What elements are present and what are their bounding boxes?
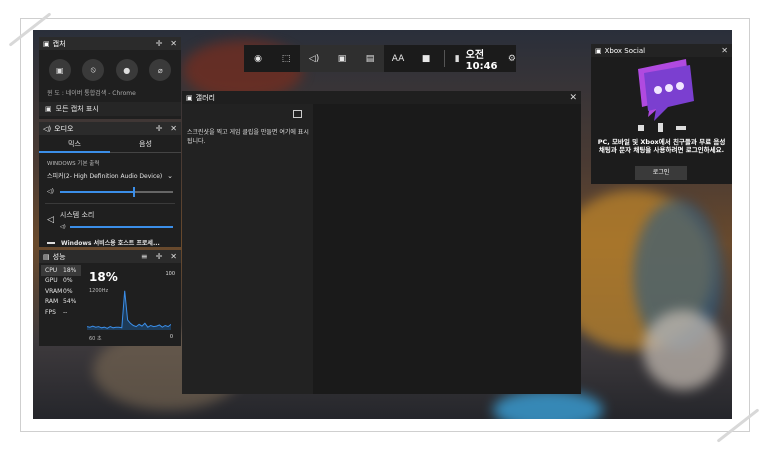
performance-icon[interactable]: ▤ (356, 45, 384, 72)
audio-tabs: 믹스 음성 (39, 135, 181, 153)
record-button[interactable]: ● (115, 59, 138, 81)
volume-icon: ◁) (47, 188, 54, 195)
system-sound-row: ◁ 시스템 소리 ◁) (39, 206, 181, 230)
widget-menu-icon[interactable]: ⬚ (272, 45, 300, 72)
show-all-captures-link[interactable]: ▣ 모든 캡처 표시 (39, 102, 181, 116)
capture-title: 캡처 (52, 39, 66, 48)
party-icon[interactable]: AA (384, 45, 412, 72)
screenshot-button[interactable]: ▣ (48, 59, 71, 81)
app-icon (47, 241, 55, 244)
game-bar-toolbar: ◉ ⬚ ◁) ▣ ▤ AA ■ ▮ 오전 10:46 ⚙ (244, 45, 516, 72)
system-sound-icon: ◁ (47, 215, 54, 225)
audio-header: ◁) 오디오 ✛ ✕ (39, 122, 181, 135)
master-volume-knob[interactable] (133, 186, 136, 197)
metric-value: 0% (63, 287, 73, 295)
volume-icon: ◁) (59, 224, 66, 230)
audio-title: 오디오 (54, 124, 74, 133)
system-sound-label: 시스템 소리 (59, 211, 95, 219)
close-icon[interactable]: ✕ (721, 46, 728, 55)
output-section-label: WINDOWS 기본 출력 (47, 161, 100, 167)
metric-label: CPU (45, 266, 58, 274)
performance-widget: ▤ 성능 ≡ ✛ ✕ CPU 18% GPU 0% VRAM 0% RAM 54% FPS -- … (39, 250, 181, 346)
pin-icon[interactable]: ✛ (156, 252, 163, 261)
social-icon: ▣ (595, 46, 602, 55)
social-message: PC, 모바일 및 Xbox에서 친구들과 무료 음성 채팅과 문자 채팅을 사… (597, 138, 726, 154)
performance-header: ▤ 성능 ≡ ✛ ✕ (39, 250, 181, 263)
service-row: Windows 서비스용 호스트 프로세... (39, 230, 181, 247)
gallery-list-pane: 스크린샷을 찍고 게임 클립을 만들면 여기에 표시됩니다. (182, 104, 313, 394)
toolbar-divider (444, 50, 445, 67)
service-label: Windows 서비스용 호스트 프로세... (61, 240, 160, 247)
xbox-social-widget: ▣ Xbox Social ✕ PC, 모바일 및 Xbox에서 친구들과 무료… (591, 44, 732, 184)
performance-icon: ▤ (43, 252, 50, 261)
settings-icon[interactable]: ⚙ (508, 54, 516, 64)
close-icon[interactable]: ✕ (170, 39, 177, 48)
perf-span-label: 60 초 (89, 336, 102, 342)
tab-voice[interactable]: 음성 (110, 135, 181, 153)
capture-header: ▣ 캡처 ✛ ✕ (39, 37, 181, 50)
master-volume-slider[interactable] (59, 186, 173, 197)
mic-button[interactable]: ⌀ (149, 59, 172, 81)
gallery-small-icon: ▣ (45, 105, 52, 113)
metric-label: VRAM (45, 287, 63, 295)
chat-illustration-icon (638, 59, 694, 132)
capture-game-name: 윈 도 : 네이버 통합검색 - Chrome (47, 90, 136, 97)
metric-ram[interactable]: RAM 54% (41, 297, 81, 308)
speaker-icon: ◁) (43, 124, 52, 133)
capture-icon[interactable]: ▣ (328, 45, 356, 72)
social-header: ▣ Xbox Social ✕ (591, 44, 732, 57)
perf-min-label: 0 (169, 334, 173, 340)
options-icon[interactable]: ≡ (141, 252, 148, 261)
metric-vram[interactable]: VRAM 0% (41, 286, 81, 297)
close-icon[interactable]: ✕ (170, 124, 177, 133)
metric-cpu[interactable]: CPU 18% (41, 265, 81, 276)
open-folder-icon[interactable] (293, 110, 302, 118)
capture-icon: ▣ (43, 39, 50, 48)
metric-fps[interactable]: FPS -- (41, 307, 81, 318)
close-icon[interactable]: ✕ (170, 252, 177, 261)
metric-value: 18% (63, 266, 77, 274)
capture-widget: ▣ 캡처 ✛ ✕ ▣ ⦸ ● ⌀ 윈 도 : 네이버 통합검색 - Chrome ▣ … (39, 37, 181, 119)
capture-buttons: ▣ ⦸ ● ⌀ (39, 50, 181, 86)
show-all-captures-label: 모든 캡처 표시 (55, 105, 99, 113)
login-button[interactable]: 로그인 (635, 166, 687, 180)
performance-title: 성능 (52, 252, 66, 261)
output-device-label: 스피커(2- High Definition Audio Device) (47, 173, 163, 180)
system-volume-slider[interactable] (69, 226, 173, 228)
gallery-header: ▣ 갤러리 ✕ (182, 91, 581, 104)
audio-divider (45, 203, 175, 204)
metric-list: CPU 18% GPU 0% VRAM 0% RAM 54% FPS -- (41, 265, 81, 318)
cpu-usage-chart (87, 290, 171, 330)
record-last-button[interactable]: ⦸ (82, 59, 105, 81)
pin-icon[interactable]: ✛ (156, 39, 163, 48)
clock: 오전 10:46 (465, 49, 498, 72)
metric-value: 0% (63, 277, 73, 285)
gallery-empty-message: 스크린샷을 찍고 게임 클립을 만들면 여기에 표시됩니다. (187, 129, 309, 145)
cpu-area (87, 290, 171, 330)
output-device-select[interactable]: 스피커(2- High Definition Audio Device) ⌄ (39, 169, 181, 182)
metric-value: -- (63, 308, 68, 316)
chevron-down-icon: ⌄ (167, 171, 173, 180)
xbox-icon[interactable]: ◉ (244, 45, 272, 72)
tab-mix[interactable]: 믹스 (39, 135, 110, 153)
metric-value: 54% (63, 298, 77, 306)
metric-gpu[interactable]: GPU 0% (41, 276, 81, 287)
gallery-title: 갤러리 (195, 93, 215, 102)
gallery-icon: ▣ (186, 93, 193, 102)
audio-icon[interactable]: ◁) (300, 45, 328, 72)
pin-icon[interactable]: ✛ (156, 124, 163, 133)
metric-label: GPU (45, 277, 58, 285)
metric-label: FPS (45, 308, 56, 316)
metric-label: RAM (45, 298, 59, 306)
social-title: Xbox Social (604, 46, 646, 55)
master-volume-row: ◁) (39, 182, 181, 201)
mouse-icon[interactable]: ▮ (455, 54, 460, 64)
gallery-widget: ▣ 갤러리 ✕ 스크린샷을 찍고 게임 클립을 만들면 여기에 표시됩니다. (182, 91, 581, 394)
audio-widget: ◁) 오디오 ✛ ✕ 믹스 음성 WINDOWS 기본 출력 스피커(2- Hi… (39, 122, 181, 247)
gallery-icon[interactable]: ■ (412, 45, 440, 72)
close-icon[interactable]: ✕ (569, 93, 577, 103)
